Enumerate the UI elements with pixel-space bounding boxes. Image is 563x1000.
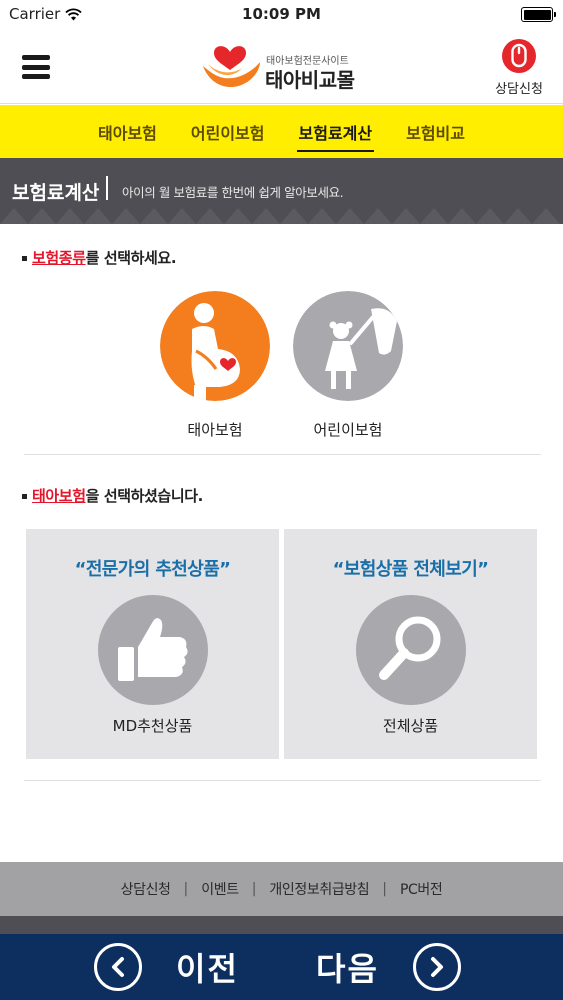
card-label: MD추천상품 xyxy=(112,717,193,735)
footer-strip xyxy=(0,916,563,934)
next-label: 다음 xyxy=(316,950,379,988)
card-all-products[interactable]: “보험상품 전체보기” 전체상품 xyxy=(284,529,537,759)
logo-name: 태아비교몰 xyxy=(265,68,355,92)
page-banner: 보험료계산 아이의 월 보험료를 한번에 쉽게 알아보세요. xyxy=(0,158,563,224)
child-icon xyxy=(293,291,403,401)
tab-child-insurance[interactable]: 어린이보험 xyxy=(189,116,267,148)
heart-logo-icon xyxy=(203,46,260,88)
prev-label: 이전 xyxy=(176,950,239,988)
bullet-icon xyxy=(22,494,27,499)
footer-links: 상담신청 | 이벤트 | 개인정보취급방침 | PC버전 xyxy=(0,862,563,916)
hamburger-icon[interactable] xyxy=(22,55,50,79)
battery-icon xyxy=(521,7,556,22)
tab-fetal-insurance[interactable]: 태아보험 xyxy=(96,116,159,148)
site-logo[interactable]: 태아보험전문사이트 태아비교몰 xyxy=(200,42,370,94)
footer-separator: | xyxy=(183,881,189,897)
tab-premium-calculation[interactable]: 보험료계산 xyxy=(296,116,375,152)
magnifier-icon xyxy=(355,595,466,705)
bottom-nav: 이전 다음 xyxy=(0,934,563,1000)
pregnant-woman-icon xyxy=(160,291,270,401)
section-text: 를 선택하세요. xyxy=(85,249,177,267)
section-highlight: 보험종류 xyxy=(32,249,86,267)
footer-link-event[interactable]: 이벤트 xyxy=(201,879,239,899)
bullet-icon xyxy=(22,256,27,261)
chevron-right-icon xyxy=(412,943,461,991)
section-divider xyxy=(24,780,541,781)
choice-label: 어린이보험 xyxy=(313,421,383,439)
consult-button[interactable]: 상담신청 xyxy=(491,38,547,100)
footer-link-privacy[interactable]: 개인정보취급방침 xyxy=(269,879,369,899)
card-title: “보험상품 전체보기” xyxy=(332,559,489,580)
choice-fetal-insurance[interactable]: 태아보험 xyxy=(160,291,270,440)
section-text: 을 선택하셨습니다. xyxy=(85,487,204,505)
section-divider xyxy=(24,454,541,455)
mouse-icon xyxy=(502,39,536,73)
card-md-recommended[interactable]: “전문가의 추천상품” MD추천상품 xyxy=(26,529,279,759)
choice-label: 태아보험 xyxy=(187,421,243,439)
consult-label: 상담신청 xyxy=(495,82,543,97)
status-time: 10:09 PM xyxy=(242,5,321,23)
title-separator xyxy=(106,176,108,200)
chevron-left-icon xyxy=(94,943,142,991)
page-description: 아이의 월 보험료를 한번에 쉽게 알아보세요. xyxy=(122,185,344,200)
footer-link-consult[interactable]: 상담신청 xyxy=(121,879,171,899)
footer-link-pc-version[interactable]: PC버전 xyxy=(400,879,443,899)
status-bar: Carrier 10:09 PM xyxy=(0,0,563,30)
prev-button[interactable]: 이전 xyxy=(94,934,239,1000)
footer-separator: | xyxy=(251,881,257,897)
app-header: 태아보험전문사이트 태아비교몰 상담신청 xyxy=(0,30,563,104)
next-button[interactable]: 다음 xyxy=(316,934,461,1000)
top-nav: 태아보험 어린이보험 보험료계산 보험비교 xyxy=(0,105,563,158)
page-title: 보험료계산 xyxy=(12,182,100,204)
card-title: “전문가의 추천상품” xyxy=(74,559,231,580)
card-label: 전체상품 xyxy=(382,717,439,735)
section-insurance-type-title: 보험종류를 선택하세요. xyxy=(22,247,177,268)
section-selected-type-title: 태아보험을 선택하셨습니다. xyxy=(22,485,203,506)
section-highlight: 태아보험 xyxy=(32,487,86,505)
footer-separator: | xyxy=(382,881,387,897)
tab-insurance-comparison[interactable]: 보험비교 xyxy=(404,116,467,148)
thumbs-up-icon xyxy=(97,595,208,705)
choice-child-insurance[interactable]: 어린이보험 xyxy=(293,291,403,440)
